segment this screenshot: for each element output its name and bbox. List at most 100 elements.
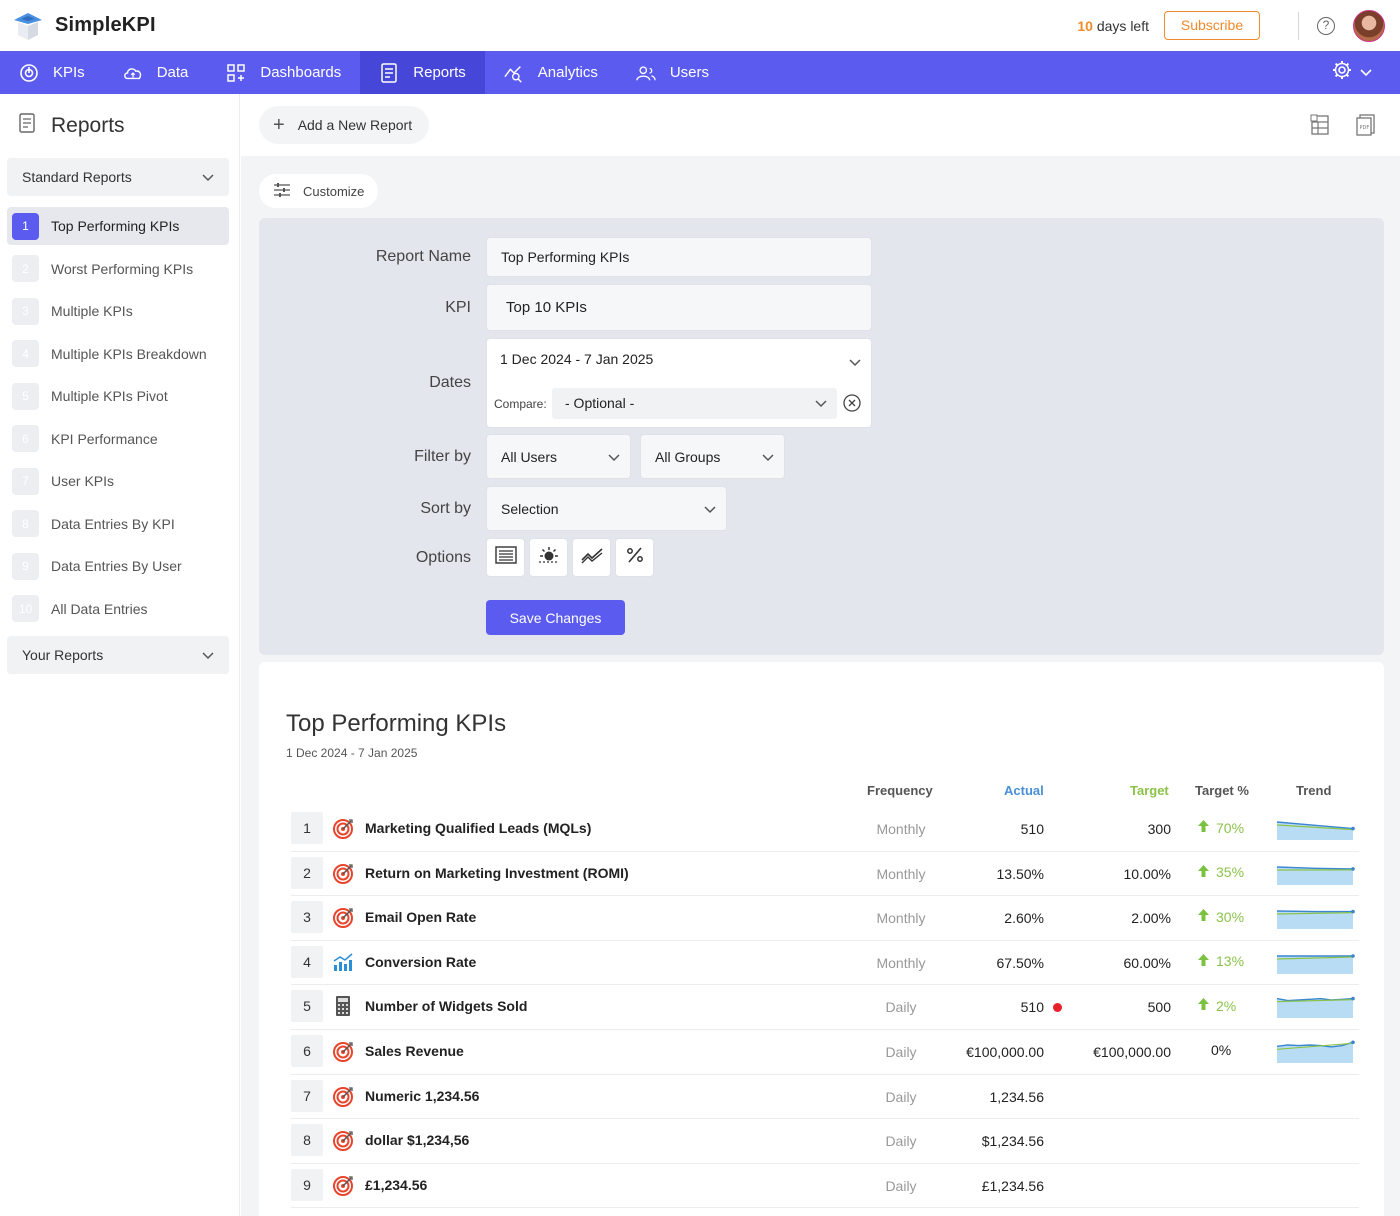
sidebar-item-report[interactable]: 3 Multiple KPIs (7, 292, 229, 330)
kpi-name[interactable]: Email Open Rate (365, 909, 476, 925)
kpi-target: 300 (1147, 821, 1171, 837)
filter-groups-select[interactable]: All Groups (640, 434, 785, 479)
nav-label: Data (156, 64, 189, 81)
kpi-frequency: Daily (885, 1133, 917, 1150)
chevron-down-icon (849, 354, 861, 372)
nav-item-data[interactable]: Data (104, 51, 208, 94)
export-excel-icon[interactable] (1310, 114, 1330, 136)
nav-item-analytics[interactable]: Analytics (485, 51, 617, 94)
kpi-selector[interactable]: Top 10 KPIs (486, 284, 872, 331)
kpi-name[interactable]: Numeric 1,234.56 (365, 1088, 479, 1104)
column-header-target[interactable]: Target (1130, 783, 1169, 798)
kpi-name[interactable]: dollar $1,234,56 (365, 1132, 469, 1148)
sidebar-item-report[interactable]: 8 Data Entries By KPI (7, 505, 229, 543)
table-row[interactable]: 7 Numeric 1,234.56 Daily 1,234.56 (291, 1075, 1359, 1120)
table-row[interactable]: 5 Number of Widgets Sold Daily 510 500 2% (291, 985, 1359, 1030)
trend-sparkline (1275, 946, 1355, 978)
sidebar-item-report[interactable]: 7 User KPIs (7, 462, 229, 500)
target-icon (332, 906, 354, 929)
sidebar-item-report[interactable]: 6 KPI Performance (7, 420, 229, 458)
row-number: 8 (291, 1124, 323, 1157)
row-number: 3 (291, 901, 323, 934)
report-document-icon (19, 113, 35, 139)
table-row[interactable]: 2 Return on Marketing Investment (ROMI) Mo… (291, 852, 1359, 897)
table-row[interactable]: 9 £1,234.56 Daily £1,234.56 (291, 1164, 1359, 1209)
nav-item-users[interactable]: Users (617, 51, 728, 94)
nav-item-kpis[interactable]: KPIs (0, 51, 104, 94)
option-trend-button[interactable] (572, 538, 611, 577)
kpi-frequency: Daily (885, 1088, 917, 1105)
kpi-name[interactable]: Return on Marketing Investment (ROMI) (365, 865, 629, 881)
table-row[interactable]: 1 Marketing Qualified Leads (MQLs) Monthly… (291, 807, 1359, 852)
chevron-down-icon (762, 449, 774, 465)
group-label: Your Reports (22, 646, 104, 663)
standard-reports-dropdown[interactable]: Standard Reports (7, 158, 229, 196)
target-icon (332, 1040, 354, 1062)
kpi-name[interactable]: Conversion Rate (365, 954, 476, 970)
pct-value: 13% (1216, 953, 1245, 970)
report-number-badge: 9 (12, 552, 39, 580)
table-row[interactable]: 8 dollar $1,234,56 Daily $1,234.56 (291, 1119, 1359, 1164)
add-report-button[interactable]: + Add a New Report (259, 106, 430, 144)
option-table-view-button[interactable] (486, 538, 525, 577)
column-header-frequency[interactable]: Frequency (867, 783, 933, 798)
app-logo[interactable]: SimpleKPI (10, 8, 156, 44)
settings-menu[interactable] (1332, 51, 1372, 94)
table-row[interactable]: 4 Conversion Rate Monthly 67.50% 60.00% 13% (291, 941, 1359, 986)
kpi-name[interactable]: Marketing Qualified Leads (MQLs) (365, 820, 591, 836)
nav-item-dashboards[interactable]: Dashboards (207, 51, 360, 94)
sidebar-item-report[interactable]: 2 Worst Performing KPIs (7, 250, 229, 288)
option-highlight-button[interactable] (529, 538, 568, 577)
kpi-actual: 13.50% (996, 865, 1044, 882)
nav-item-reports[interactable]: Reports (360, 51, 485, 94)
kpi-actual: 510 (1020, 821, 1044, 837)
sort-label: Sort by (420, 500, 471, 517)
customize-button[interactable]: Customize (259, 174, 379, 208)
subscribe-button[interactable]: Subscribe (1164, 11, 1260, 40)
kpi-actual: $1,234.56 (981, 1133, 1044, 1150)
sidebar-item-label: Data Entries By User (51, 558, 182, 574)
help-icon[interactable]: ? (1317, 16, 1335, 35)
avatar[interactable] (1353, 9, 1385, 42)
your-reports-dropdown[interactable]: Your Reports (7, 635, 229, 674)
sidebar-item-report[interactable]: 4 Multiple KPIs Breakdown (7, 335, 229, 373)
sidebar-item-report[interactable]: 1 Top Performing KPIs (7, 207, 229, 245)
save-changes-button[interactable]: Save Changes (486, 600, 625, 635)
table-row[interactable]: 6 Sales Revenue Daily €100,000.00 €100,000.0… (291, 1030, 1359, 1075)
column-header-actual[interactable]: Actual (1004, 783, 1044, 798)
kpi-target: 500 (1147, 999, 1171, 1016)
compare-select[interactable]: - Optional - (552, 388, 837, 419)
report-number-badge: 4 (12, 340, 39, 367)
pct-value: 30% (1216, 908, 1245, 925)
table-row[interactable]: 3 Email Open Rate Monthly 2.60% 2.00% 30% (291, 896, 1359, 941)
table-list-icon (494, 546, 517, 569)
sidebar-item-report[interactable]: 9 Data Entries By User (7, 547, 229, 585)
row-number: 1 (291, 812, 323, 844)
kpi-target-pct: 13% (1197, 953, 1244, 970)
kpi-target: 2.00% (1131, 910, 1171, 927)
trend-sparkline (1275, 901, 1355, 933)
sidebar-item-report[interactable]: 10 All Data Entries (7, 590, 229, 628)
row-number: 7 (291, 1079, 323, 1112)
trend-sparkline (1275, 812, 1355, 844)
users-icon (636, 63, 656, 83)
nav-label: Dashboards (260, 64, 342, 81)
kpi-name[interactable]: Sales Revenue (365, 1043, 464, 1059)
chevron-down-icon (202, 169, 214, 185)
percent-icon (625, 545, 645, 570)
date-range-select[interactable]: 1 Dec 2024 - 7 Jan 2025 (500, 351, 653, 367)
report-name-field[interactable]: Top Performing KPIs (486, 237, 872, 277)
kpi-name[interactable]: £1,234.56 (365, 1177, 427, 1193)
clear-compare-icon[interactable] (843, 394, 861, 417)
column-header-target-pct[interactable]: Target % (1195, 783, 1249, 798)
filter-users-select[interactable]: All Users (486, 434, 631, 479)
trend-lines-icon (580, 546, 604, 569)
export-pdf-icon[interactable]: PDF (1356, 114, 1376, 136)
sidebar-item-report[interactable]: 5 Multiple KPIs Pivot (7, 377, 229, 415)
sort-select[interactable]: Selection (486, 486, 727, 531)
pct-value: 70% (1216, 819, 1245, 836)
report-name-label: Report Name (375, 248, 471, 265)
kpi-name[interactable]: Number of Widgets Sold (365, 998, 527, 1014)
option-percent-button[interactable] (615, 538, 654, 577)
report-number-badge: 1 (12, 212, 39, 240)
